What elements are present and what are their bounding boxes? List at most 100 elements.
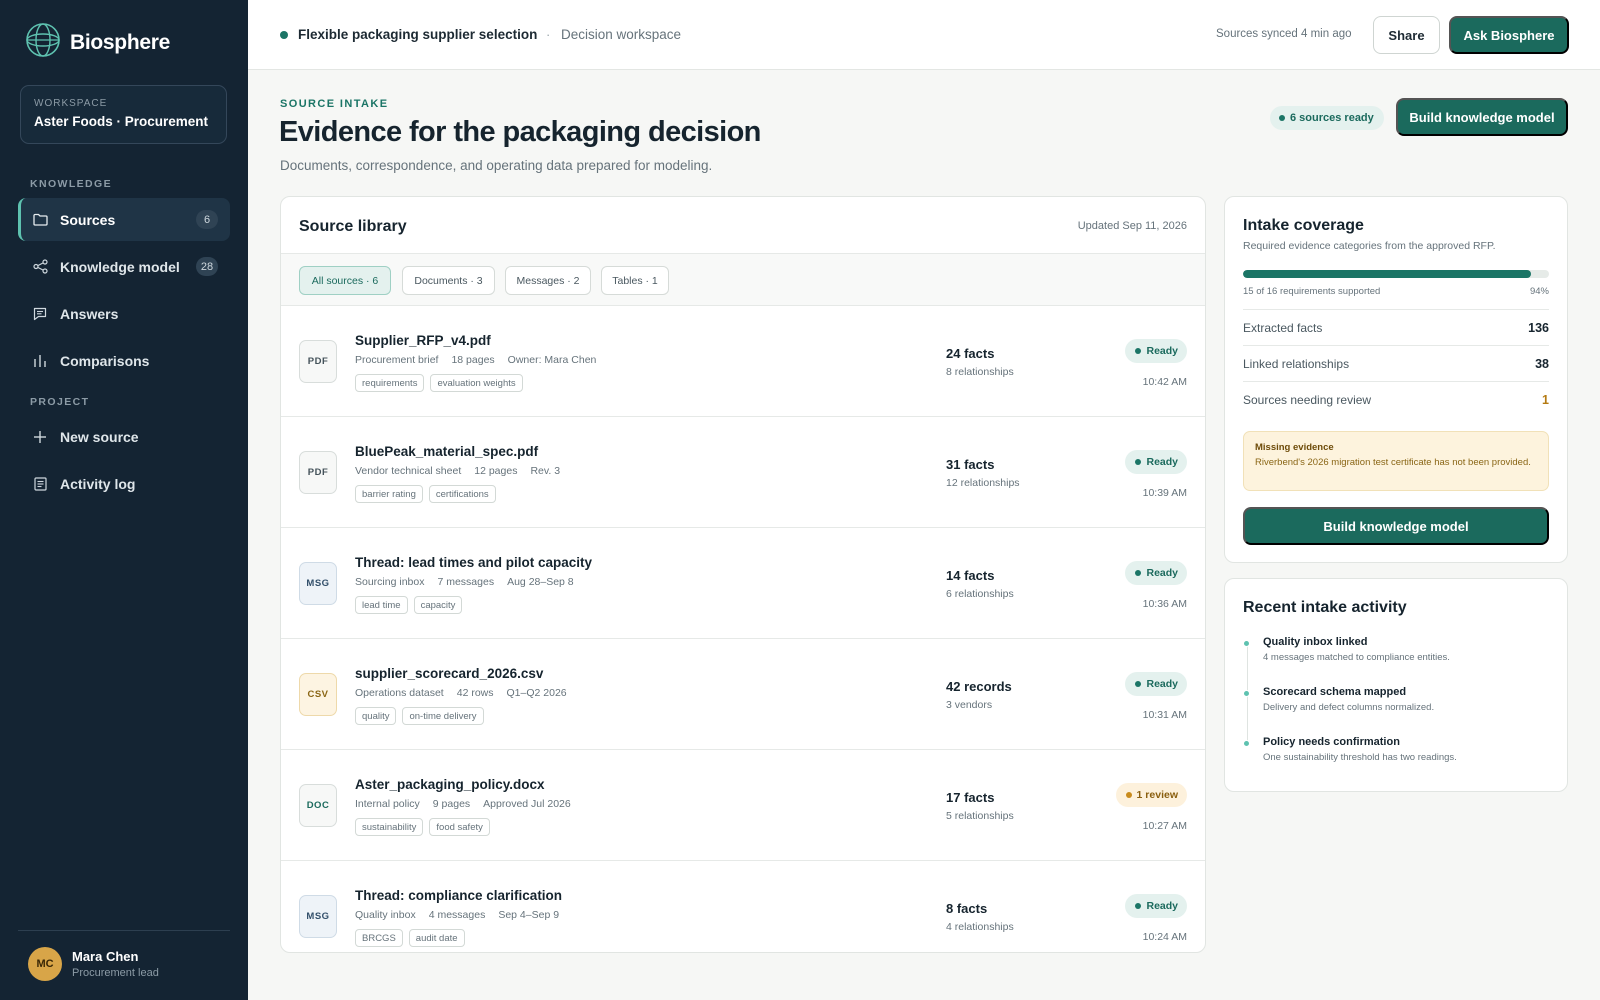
coverage-progress-bar: [1243, 270, 1549, 278]
workspace-switcher[interactable]: WORKSPACE Aster Foods · Procurement: [20, 85, 227, 144]
page-eyebrow: SOURCE INTAKE: [280, 98, 389, 110]
sidebar-item-activity-log[interactable]: Activity log: [18, 462, 230, 505]
sidebar-item-label: Comparisons: [60, 352, 150, 369]
coverage-percent: 94%: [1529, 286, 1549, 297]
pdf-file-icon: PDF: [299, 451, 337, 494]
brand-name: Biosphere: [70, 30, 170, 54]
pdf-file-icon: PDF: [299, 340, 337, 383]
source-detail: Rev. 3: [530, 465, 561, 477]
source-tags: barrier rating certifications: [355, 485, 496, 503]
source-name[interactable]: Supplier_RFP_v4.pdf: [355, 333, 491, 348]
sidebar-item-label: Answers: [60, 305, 119, 322]
user-role: Procurement lead: [72, 967, 159, 979]
build-knowledge-model-button[interactable]: Build knowledge model: [1396, 98, 1568, 136]
coverage-subtitle: Required evidence categories from the ap…: [1243, 240, 1496, 252]
ask-biosphere-button[interactable]: Ask Biosphere: [1449, 16, 1569, 54]
relationship-count: 5 relationships: [946, 810, 1014, 822]
doc-file-icon: DOC: [299, 784, 337, 827]
source-category: Quality inbox: [355, 909, 416, 921]
source-size: 42 rows: [456, 687, 494, 699]
stat-value: 1: [1542, 392, 1549, 407]
source-row[interactable]: MSG Thread: compliance clarification Qua…: [281, 861, 1205, 952]
filter-tables[interactable]: Tables · 1: [601, 266, 669, 295]
tag[interactable]: food safety: [429, 818, 490, 836]
source-time: 10:39 AM: [1142, 487, 1187, 499]
source-row[interactable]: PDF Supplier_RFP_v4.pdf Procurement brie…: [281, 306, 1205, 417]
sources-ready-badge: 6 sources ready: [1270, 106, 1384, 130]
source-category: Internal policy: [355, 798, 420, 810]
sidebar-item-comparisons[interactable]: Comparisons: [18, 339, 230, 382]
source-name[interactable]: Thread: lead times and pilot capacity: [355, 555, 592, 570]
tag[interactable]: barrier rating: [355, 485, 423, 503]
timeline-dot: [1243, 690, 1250, 697]
library-updated: Updated Sep 11, 2026: [1077, 220, 1187, 232]
timeline-dot: [1243, 640, 1250, 647]
tag[interactable]: evaluation weights: [430, 374, 523, 392]
source-meta: Internal policy 9 pages Approved Jul 202…: [355, 798, 571, 810]
sidebar-item-knowledge-model[interactable]: Knowledge model 28: [18, 245, 230, 288]
source-name[interactable]: Aster_packaging_policy.docx: [355, 777, 545, 792]
source-name[interactable]: supplier_scorecard_2026.csv: [355, 666, 543, 681]
log-icon: [32, 476, 48, 492]
workspace-name: Aster Foods · Procurement: [34, 114, 209, 129]
nav-section-project: PROJECT: [30, 396, 90, 408]
source-row[interactable]: MSG Thread: lead times and pilot capacit…: [281, 528, 1205, 639]
tag[interactable]: certifications: [428, 485, 496, 503]
status-badge: Ready: [1125, 339, 1187, 363]
sidebar-item-new-source[interactable]: New source: [18, 415, 230, 458]
user-profile[interactable]: MC Mara Chen Procurement lead: [28, 947, 159, 981]
tag[interactable]: audit date: [408, 929, 465, 947]
activity-name: Quality inbox linked: [1263, 636, 1368, 648]
tag[interactable]: lead time: [355, 596, 408, 614]
source-row[interactable]: DOC Aster_packaging_policy.docx Internal…: [281, 750, 1205, 861]
project-subtitle: Decision workspace: [561, 27, 682, 42]
csv-file-icon: CSV: [299, 673, 337, 716]
top-bar: Flexible packaging supplier selection · …: [248, 0, 1600, 70]
stat-sources-needing-review[interactable]: Sources needing review 1: [1243, 381, 1549, 417]
filter-all-sources[interactable]: All sources · 6: [299, 266, 391, 295]
source-name[interactable]: BluePeak_material_spec.pdf: [355, 444, 538, 459]
tag[interactable]: on-time delivery: [402, 707, 484, 725]
missing-evidence-alert: Missing evidence Riverbend's 2026 migrat…: [1243, 431, 1549, 491]
source-name[interactable]: Thread: compliance clarification: [355, 888, 562, 903]
stat-label: Sources needing review: [1243, 392, 1372, 407]
coverage-caption: 15 of 16 requirements supported: [1243, 286, 1381, 297]
sidebar-item-answers[interactable]: Answers: [18, 292, 230, 335]
build-knowledge-model-card-button[interactable]: Build knowledge model: [1243, 507, 1549, 545]
intake-coverage-card: Intake coverage Required evidence catego…: [1224, 196, 1568, 563]
source-tags: lead time capacity: [355, 596, 463, 614]
source-meta: Quality inbox 4 messages Sep 4–Sep 9: [355, 909, 559, 921]
alert-text: Riverbend's 2026 migration test certific…: [1255, 457, 1531, 468]
tag[interactable]: capacity: [413, 596, 463, 614]
source-row[interactable]: CSV supplier_scorecard_2026.csv Operatio…: [281, 639, 1205, 750]
source-category: Vendor technical sheet: [355, 465, 462, 477]
review-status-badge[interactable]: 1 review: [1115, 783, 1187, 807]
tag[interactable]: BRCGS: [355, 929, 403, 947]
source-row[interactable]: PDF BluePeak_material_spec.pdf Vendor te…: [281, 417, 1205, 528]
library-title: Source library: [299, 218, 407, 235]
stat-label: Extracted facts: [1243, 320, 1323, 335]
page-title: Evidence for the packaging decision: [279, 116, 761, 148]
relationship-count: 8 relationships: [946, 366, 1014, 378]
extracted-count: 24 facts: [946, 346, 995, 361]
tag[interactable]: sustainability: [355, 818, 424, 836]
stat-linked-relationships: Linked relationships 38: [1243, 345, 1549, 381]
coverage-progress-fill: [1243, 270, 1531, 278]
knowledge-model-count-badge: 28: [196, 257, 218, 276]
source-detail: Sep 4–Sep 9: [498, 909, 560, 921]
sidebar-item-sources[interactable]: Sources 6: [18, 198, 230, 241]
source-tags: sustainability food safety: [355, 818, 490, 836]
share-button[interactable]: Share: [1373, 16, 1440, 54]
source-time: 10:42 AM: [1142, 376, 1187, 388]
tag[interactable]: quality: [355, 707, 397, 725]
activity-description: One sustainability threshold has two rea…: [1263, 752, 1457, 763]
filter-documents[interactable]: Documents · 3: [402, 266, 495, 295]
share-nodes-icon: [32, 259, 48, 275]
sidebar-item-label: Sources: [60, 211, 116, 228]
source-meta: Operations dataset 42 rows Q1–Q2 2026: [355, 687, 567, 699]
brand[interactable]: Biosphere: [25, 22, 170, 63]
filter-messages[interactable]: Messages · 2: [505, 266, 591, 295]
source-detail: Aug 28–Sep 8: [507, 576, 574, 588]
source-meta: Vendor technical sheet 12 pages Rev. 3: [355, 465, 560, 477]
tag[interactable]: requirements: [355, 374, 425, 392]
